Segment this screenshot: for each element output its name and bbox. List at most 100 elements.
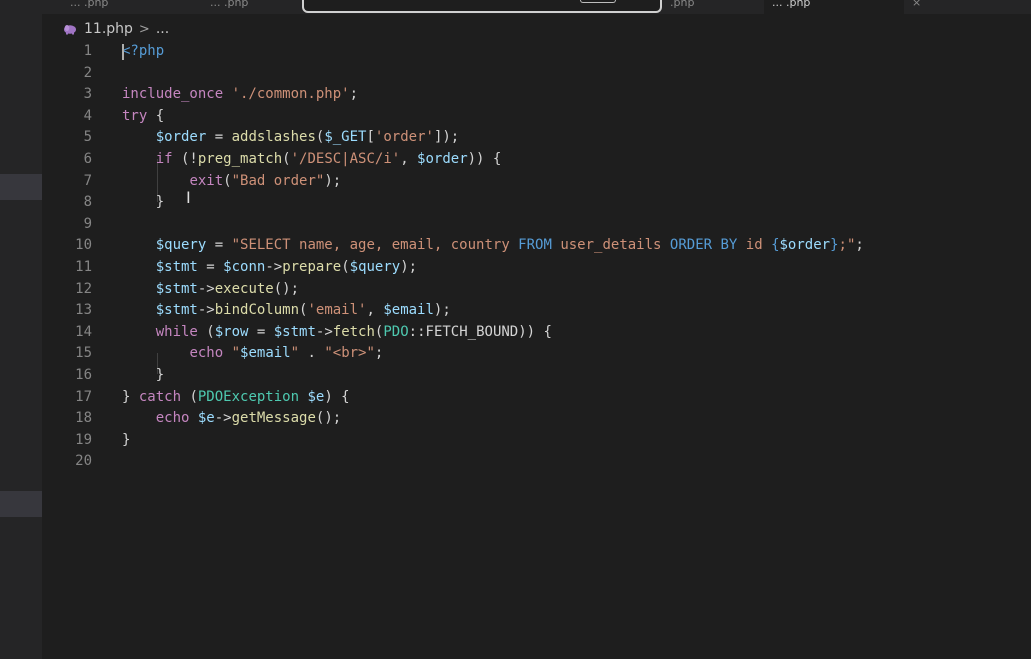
breadcrumb: 11.php > ... (62, 18, 169, 40)
code-line[interactable]: 14 while ($row = $stmt->fetch(PDO::FETCH… (42, 322, 1031, 344)
code-line[interactable]: 12 $stmt->execute(); (42, 279, 1031, 301)
code-line[interactable]: 3 include_once './common.php'; (42, 84, 1031, 106)
code-line[interactable]: 11 $stmt = $conn->prepare($query); (42, 257, 1031, 279)
code-token: exit (189, 172, 224, 189)
side-panel-strip[interactable] (0, 0, 42, 659)
tab-file[interactable]: .php (662, 0, 742, 14)
code-token: (! (172, 151, 198, 167)
code-text[interactable]: $order = addslashes($_GET['order']); (122, 127, 460, 149)
side-panel-highlight[interactable] (0, 491, 42, 517)
line-number: 6 (83, 151, 92, 167)
code-text[interactable]: <?php (122, 41, 164, 63)
command-palette[interactable] (302, 0, 662, 13)
tab-close-icon[interactable]: × (904, 0, 964, 14)
code-text[interactable]: while ($row = $stmt->fetch(PDO::FETCH_BO… (122, 322, 552, 344)
code-token: -> (197, 302, 215, 319)
code-token: . (299, 345, 325, 362)
code-token: $email (383, 302, 434, 319)
line-number: 8 (83, 194, 92, 211)
code-token: "<br>" (324, 345, 375, 362)
side-panel-highlight[interactable] (0, 174, 42, 200)
code-token: catch (138, 388, 182, 405)
php-elephant-icon (62, 23, 78, 35)
code-token: while (155, 323, 198, 340)
code-line[interactable]: 13 $stmt->bindColumn('email', $email); (42, 300, 1031, 322)
code-text[interactable]: if (!preg_match('/DESC|ASC/i', $order)) … (122, 149, 502, 171)
command-palette-input-edge[interactable] (580, 0, 616, 3)
code-line[interactable]: 9 (42, 214, 1031, 236)
code-token: $order (779, 237, 831, 254)
code-token: '/DESC|ASC/i' (290, 151, 401, 167)
code-token: $e (307, 388, 325, 405)
code-token: = (248, 323, 274, 340)
code-line[interactable]: 2 (42, 63, 1031, 85)
code-text[interactable]: try { (122, 106, 164, 128)
code-text[interactable]: $stmt = $conn->prepare($query); (122, 257, 417, 279)
code-text[interactable]: echo "$email" . "<br>"; (122, 343, 383, 365)
code-token: addslashes (231, 129, 316, 146)
code-token: ;" (838, 237, 856, 254)
code-token: ( (197, 323, 215, 340)
code-line[interactable]: 4 try { (42, 106, 1031, 128)
chevron-right-icon: > (138, 21, 150, 37)
code-line[interactable]: 17} catch (PDOException $e) { (42, 387, 1031, 409)
code-editor[interactable]: 1 <?php 2 3 include_once './common.php'; 4 try… (42, 40, 1031, 659)
code-line[interactable]: 20 (42, 451, 1031, 473)
line-number: 2 (83, 64, 92, 81)
code-token: fetch (332, 323, 375, 340)
code-line[interactable]: 5 $order = addslashes($_GET['order']); (42, 127, 1031, 149)
code-token: " (290, 345, 300, 362)
code-text[interactable]: $stmt->bindColumn('email', $email); (122, 300, 451, 322)
code-token: , (366, 302, 384, 319)
line-number: 7 (83, 172, 92, 189)
code-token: $stmt (273, 323, 316, 340)
code-token: "Bad order" (231, 172, 325, 189)
code-text[interactable]: } (122, 192, 164, 214)
code-token: $row (214, 323, 249, 340)
code-text[interactable]: $stmt->execute(); (122, 279, 299, 301)
code-line[interactable]: 10 $query = "SELECT name, age, email, co… (42, 235, 1031, 257)
code-token: } (830, 237, 839, 254)
code-token: ); (433, 302, 451, 319)
code-token: -> (265, 259, 283, 275)
code-line[interactable]: 19} (42, 430, 1031, 452)
tab-file[interactable]: ... .php (62, 0, 172, 14)
code-token: $order (155, 129, 207, 146)
code-token: $order (417, 151, 468, 167)
code-text[interactable]: } catch (PDOException $e) { (122, 387, 350, 409)
tab-file[interactable]: ... .php (202, 0, 302, 14)
breadcrumb-symbols[interactable]: ... (156, 21, 169, 37)
line-number: 11 (75, 259, 92, 275)
code-line[interactable]: 15 echo "$email" . "<br>"; (42, 343, 1031, 365)
tab-active-file[interactable]: ... .php (764, 0, 904, 14)
line-number: 4 (83, 107, 92, 124)
code-token: ORDER BY (669, 237, 738, 254)
code-token: = (206, 129, 232, 146)
line-number: 1 (83, 43, 92, 59)
code-token: if (155, 151, 173, 167)
code-token: preg_match (197, 151, 283, 167)
code-token: bindColumn (214, 302, 300, 319)
code-text[interactable]: include_once './common.php'; (122, 84, 358, 106)
code-text[interactable]: exit("Bad order"); (122, 171, 341, 193)
code-line[interactable]: 18 echo $e->getMessage(); (42, 408, 1031, 430)
code-token: $_GET (324, 129, 367, 146)
text-caret (122, 44, 124, 60)
code-line[interactable]: 1 <?php (42, 41, 1031, 63)
code-text[interactable]: } (122, 365, 164, 387)
code-text[interactable]: echo $e->getMessage(); (122, 408, 341, 430)
code-line[interactable]: 6 if (!preg_match('/DESC|ASC/i', $order)… (42, 149, 1031, 171)
code-text[interactable]: } (122, 430, 130, 452)
code-text[interactable]: $query = "SELECT name, age, email, count… (122, 235, 864, 257)
code-line[interactable]: 16 } (42, 365, 1031, 387)
breadcrumb-file[interactable]: 11.php (84, 21, 133, 37)
